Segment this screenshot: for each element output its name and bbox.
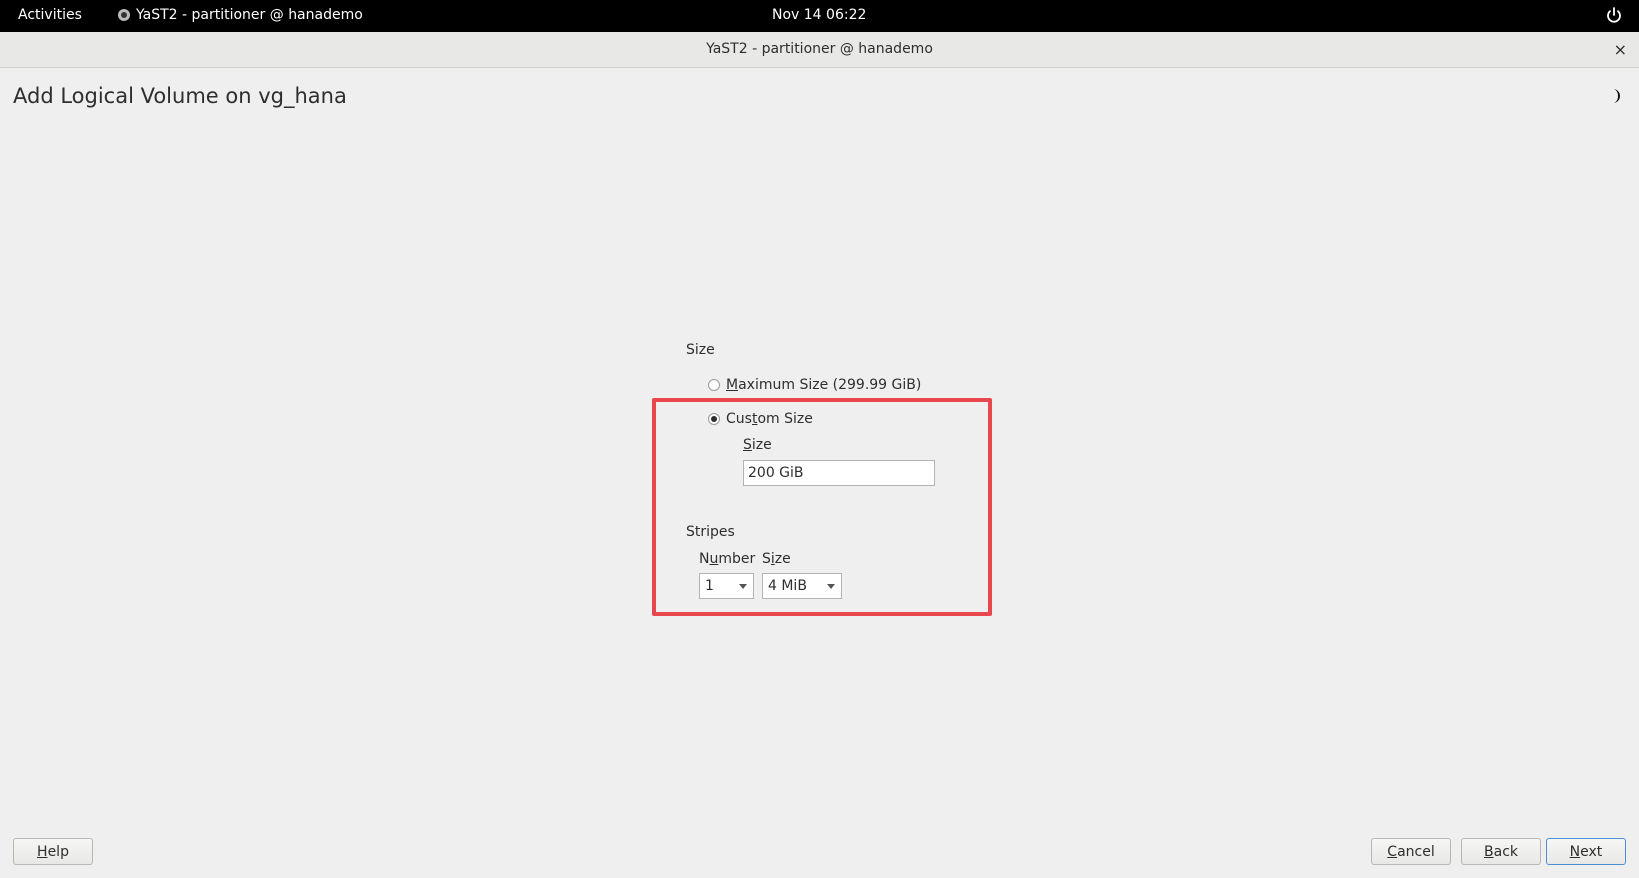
app-menu-label: YaST2 - partitioner @ hanademo [136,7,363,23]
activities-button[interactable]: Activities [18,7,82,23]
size-group-label: Size [686,342,715,358]
help-button[interactable]: Help [13,838,93,865]
maximum-size-radio-button[interactable] [708,379,720,391]
close-icon[interactable]: × [1614,40,1627,59]
back-button[interactable]: Back [1461,838,1541,865]
clock[interactable]: Nov 14 06:22 [772,7,866,23]
cancel-button[interactable]: Cancel [1371,838,1451,865]
yast-icon [118,9,130,21]
power-icon[interactable] [1605,6,1623,24]
page-title: Add Logical Volume on vg_hana [13,84,347,108]
maximum-size-label: Maximum Size (299.99 GiB) [726,377,922,393]
window-title: YaST2 - partitioner @ hanademo [706,41,933,57]
next-button[interactable]: Next [1546,838,1626,865]
moon-icon[interactable] [1607,88,1623,104]
app-menu[interactable]: YaST2 - partitioner @ hanademo [118,7,363,23]
window-titlebar: YaST2 - partitioner @ hanademo × [0,32,1639,68]
maximum-size-radio[interactable]: Maximum Size (299.99 GiB) [708,377,921,393]
gnome-top-bar: Activities YaST2 - partitioner @ hanadem… [0,0,1639,32]
highlight-box [652,398,992,616]
